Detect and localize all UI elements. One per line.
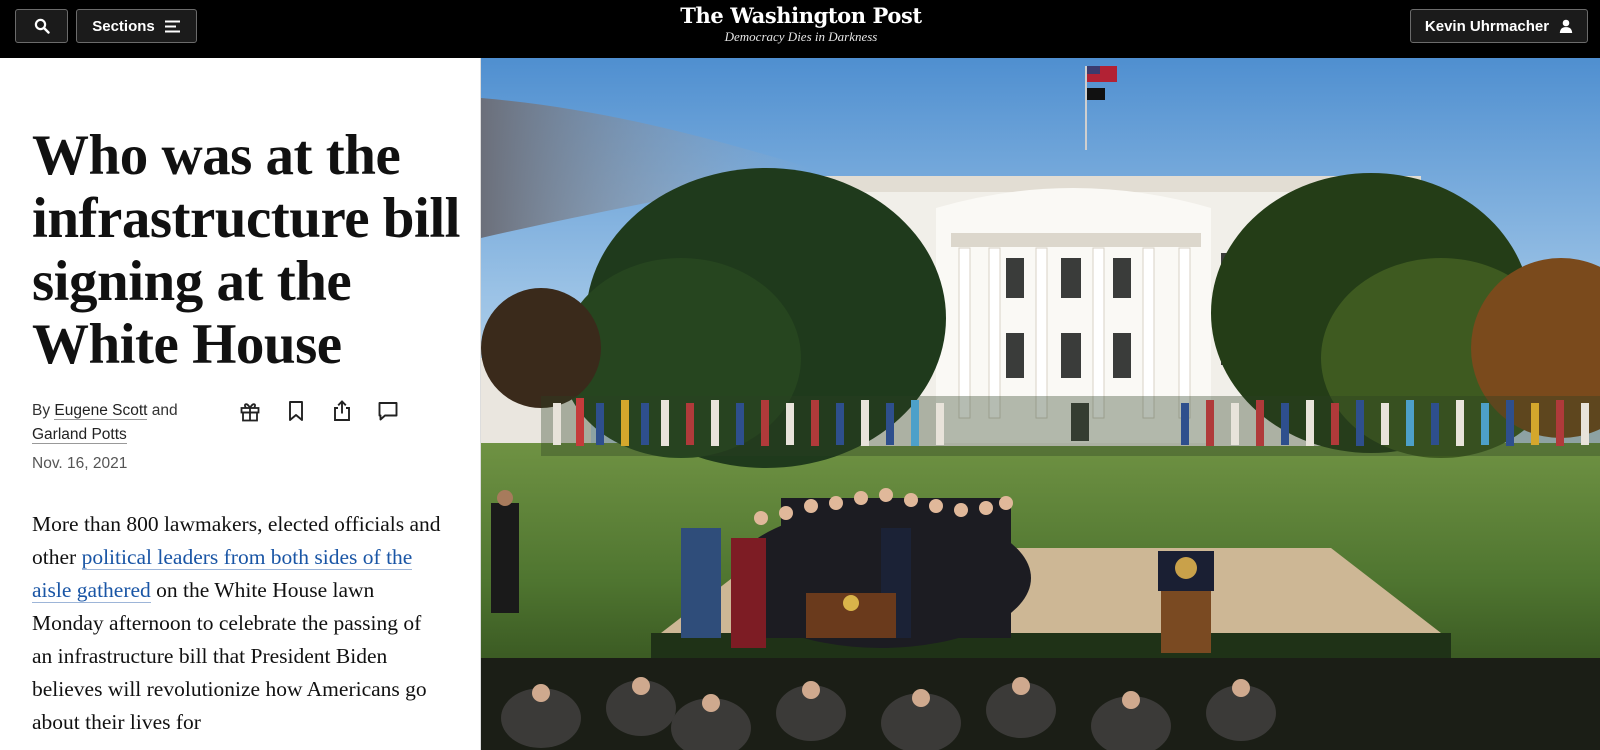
masthead[interactable]: The Washington Post Democracy Dies in Da… [650,3,952,45]
publish-date: Nov. 16, 2021 [32,455,128,472]
author-link-garland-potts[interactable]: Garland Potts [32,426,127,444]
site-logo[interactable]: The Washington Post [650,3,952,29]
article-intro: Who was at the infrastructure bill signi… [0,58,480,750]
share-icon[interactable] [330,399,354,423]
search-button[interactable] [15,9,68,43]
person-icon [1559,19,1573,33]
white-house-lawn-photo [481,58,1600,750]
sections-label: Sections [92,17,155,35]
user-name: Kevin Uhrmacher [1424,17,1550,35]
sections-menu-button[interactable]: Sections [76,9,197,43]
author-link-eugene-scott[interactable]: Eugene Scott [54,402,148,420]
user-account-button[interactable]: Kevin Uhrmacher [1410,9,1588,43]
hamburger-menu-icon [164,20,180,32]
byline: By Eugene Scott and Garland Potts [32,399,232,447]
byline-joiner: and [151,402,178,419]
site-tagline: Democracy Dies in Darkness [724,29,878,44]
comment-icon[interactable] [376,399,400,423]
hero-illustration [481,58,1600,750]
article-actions [238,399,400,423]
article-body-paragraph: More than 800 lawmakers, elected officia… [32,508,442,739]
gift-icon[interactable] [238,399,262,423]
bookmark-icon[interactable] [284,399,308,423]
search-icon [34,18,50,34]
byline-prefix: By [32,402,51,419]
top-navigation-bar: Sections The Washington Post Democracy D… [0,0,1600,58]
article-headline: Who was at the infrastructure bill signi… [32,124,461,376]
